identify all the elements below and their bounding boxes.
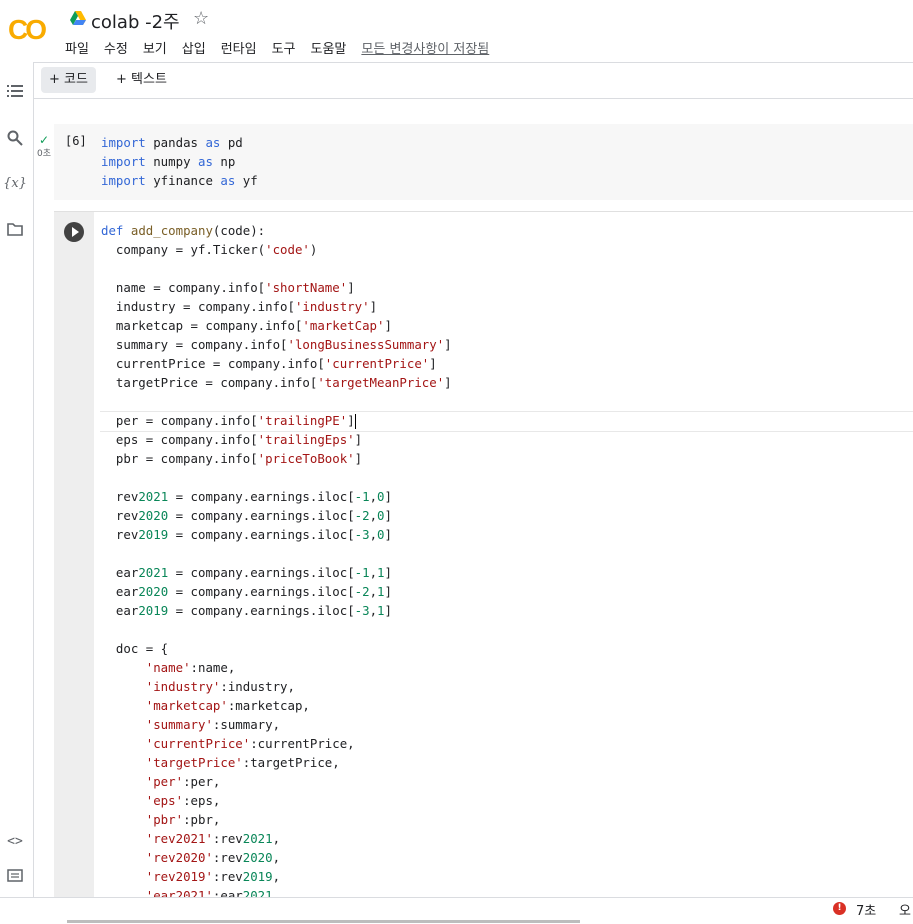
cell-exec-status: ✓ 0초 xyxy=(36,134,52,159)
code-line: import pandas as pd xyxy=(101,135,243,150)
code-line: 'per':per, xyxy=(145,774,221,789)
folder-icon[interactable] xyxy=(5,219,25,239)
code-line: rev2019 = company.earnings.iloc[-3,0] xyxy=(101,527,392,542)
code-line: 'currentPrice':currentPrice, xyxy=(145,736,355,751)
code-snippets-icon[interactable]: <> xyxy=(5,831,25,851)
add-code-button[interactable]: + 코드 xyxy=(41,67,96,93)
app-header: CO colab -2주 ☆ 파일 수정 보기 삽입 런타임 도구 도움말 모든… xyxy=(0,0,913,63)
google-drive-icon xyxy=(70,11,86,25)
add-text-button[interactable]: + 텍스트 xyxy=(108,67,175,93)
menu-bar: 파일 수정 보기 삽입 런타임 도구 도움말 모든 변경사항이 저장됨 xyxy=(65,38,504,57)
code-line: 'name':name, xyxy=(145,660,236,675)
code-line: summary = company.info['longBusinessSumm… xyxy=(101,337,452,352)
exec-count: [6] xyxy=(65,134,87,148)
elapsed-time[interactable]: 7초 xyxy=(856,900,876,919)
menu-runtime[interactable]: 런타임 xyxy=(221,38,257,57)
exec-time: 0초 xyxy=(36,149,51,159)
code-line: eps = company.info['trailingEps'] xyxy=(101,432,363,447)
star-icon[interactable]: ☆ xyxy=(193,8,209,29)
menu-file[interactable]: 파일 xyxy=(65,38,89,57)
text-cursor xyxy=(354,414,356,429)
code-line: 'rev2021':rev2021, xyxy=(145,831,281,846)
code-line: rev2020 = company.earnings.iloc[-2,0] xyxy=(101,508,392,523)
code-line: industry = company.info['industry'] xyxy=(101,299,378,314)
notebook-title[interactable]: colab -2주 xyxy=(91,8,180,34)
code-line: 'marketcap':marketcap, xyxy=(145,698,310,713)
run-cell-button[interactable] xyxy=(64,222,84,242)
code-line: import numpy as np xyxy=(101,154,236,169)
code-line: 'rev2020':rev2020, xyxy=(145,850,281,865)
code-line: 'targetPrice':targetPrice, xyxy=(145,755,340,770)
toc-icon[interactable] xyxy=(5,81,25,101)
menu-view[interactable]: 보기 xyxy=(143,38,167,57)
menu-help[interactable]: 도움말 xyxy=(311,38,347,57)
code-line: def add_company(code): xyxy=(101,223,266,238)
code-line: rev2021 = company.earnings.iloc[-1,0] xyxy=(101,489,392,504)
code-line: 'rev2019':rev2019, xyxy=(145,869,281,884)
code-line: ear2021 = company.earnings.iloc[-1,1] xyxy=(101,565,392,580)
code-line: targetPrice = company.info['targetMeanPr… xyxy=(101,375,452,390)
code-line: currentPrice = company.info['currentPric… xyxy=(101,356,437,371)
code-line: marketcap = company.info['marketCap'] xyxy=(101,318,392,333)
menu-insert[interactable]: 삽입 xyxy=(182,38,206,57)
logo-text: CO xyxy=(8,14,47,45)
code-editor-imports[interactable]: import pandas as pd import numpy as np imp… xyxy=(101,133,258,190)
menu-edit[interactable]: 수정 xyxy=(104,38,128,57)
code-line: 'industry':industry, xyxy=(145,679,295,694)
error-icon[interactable]: ! xyxy=(833,902,846,915)
menu-tools[interactable]: 도구 xyxy=(272,38,296,57)
code-line: per = company.info['trailingPE'] xyxy=(101,413,356,429)
code-line: pbr = company.info['priceToBook'] xyxy=(101,451,363,466)
code-line: 'summary':summary, xyxy=(145,717,281,732)
status-extra-text: 오 xyxy=(899,904,911,919)
saved-status-link[interactable]: 모든 변경사항이 저장됨 xyxy=(361,38,489,57)
code-line: doc = { xyxy=(101,641,169,656)
code-editor-add-company[interactable]: def add_company(code): company = yf.Tick… xyxy=(101,221,452,905)
cell-gutter xyxy=(54,212,94,902)
search-icon[interactable] xyxy=(5,128,25,148)
notebook-toolbar: + 코드 + 텍스트 xyxy=(34,63,913,99)
check-icon: ✓ xyxy=(38,133,50,147)
code-line: name = company.info['shortName'] xyxy=(101,280,355,295)
code-line: ear2019 = company.earnings.iloc[-3,1] xyxy=(101,603,392,618)
terminal-icon[interactable] xyxy=(5,865,25,885)
variables-icon[interactable]: {x} xyxy=(3,173,27,193)
code-line: company = yf.Ticker('code') xyxy=(101,242,318,257)
code-line: 'eps':eps, xyxy=(145,793,221,808)
colab-logo[interactable]: CO xyxy=(8,14,47,46)
left-sidebar: {x} <> xyxy=(0,62,34,907)
code-line: 'pbr':pbr, xyxy=(145,812,221,827)
code-line: import yfinance as yf xyxy=(101,173,258,188)
code-line: ear2020 = company.earnings.iloc[-2,1] xyxy=(101,584,392,599)
